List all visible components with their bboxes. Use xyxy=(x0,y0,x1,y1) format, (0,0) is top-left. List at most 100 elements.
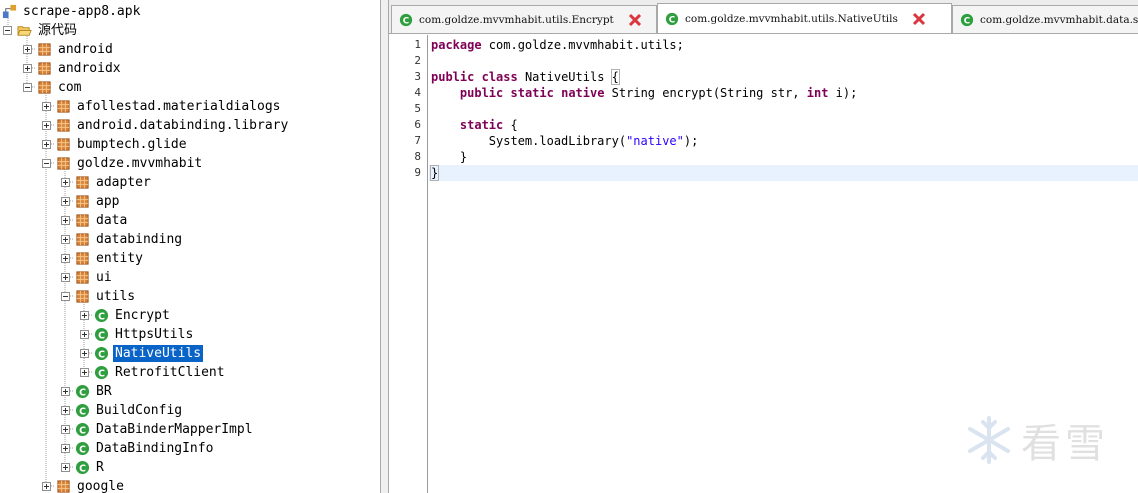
class-icon: C xyxy=(94,365,109,379)
tree-item-afollestad-materialdialogs[interactable]: afollestad.materialdialogs xyxy=(42,97,283,116)
tree-item-label: androidx xyxy=(58,61,121,76)
class-icon: C xyxy=(665,12,679,25)
package-icon xyxy=(57,138,70,151)
tree-item-label: adapter xyxy=(96,175,151,190)
tree-expand-toggle[interactable] xyxy=(80,330,89,339)
tree-expand-toggle[interactable] xyxy=(80,368,89,377)
tab-nativeutils[interactable]: C com.goldze.mvvmhabit.utils.NativeUtils xyxy=(657,3,952,33)
tree-item-ui[interactable]: ui xyxy=(61,268,114,287)
tree-expand-toggle[interactable] xyxy=(42,102,51,111)
package-icon xyxy=(57,100,70,113)
tree-item-label: HttpsUtils xyxy=(115,327,194,342)
tree-item-label: google xyxy=(77,479,124,493)
snowflake-icon xyxy=(968,416,1010,464)
tree-expand-toggle[interactable] xyxy=(80,311,89,320)
tree-expand-toggle[interactable] xyxy=(61,406,70,415)
tree-expand-toggle[interactable] xyxy=(23,45,32,54)
tree-item-label: databinding xyxy=(96,232,183,247)
class-icon: C xyxy=(399,13,413,27)
tree-item-label: entity xyxy=(96,251,143,266)
line-number: 2 xyxy=(414,54,421,67)
tree-source-folder[interactable]: 源代码 xyxy=(3,21,79,40)
svg-text:C: C xyxy=(79,425,86,436)
tree-item-android-databinding-library[interactable]: android.databinding.library xyxy=(42,116,290,135)
tree-item-app[interactable]: app xyxy=(61,192,121,211)
svg-text:C: C xyxy=(98,349,105,360)
tree-expand-toggle[interactable] xyxy=(42,482,51,491)
package-icon xyxy=(76,233,89,246)
close-icon[interactable] xyxy=(628,13,642,27)
tree-item-encrypt[interactable]: C Encrypt xyxy=(80,306,172,325)
tree-item-android[interactable]: android xyxy=(23,40,115,59)
package-icon xyxy=(76,290,89,303)
package-icon xyxy=(38,81,51,94)
tree-item-entity[interactable]: entity xyxy=(61,249,145,268)
tree-expand-toggle[interactable] xyxy=(80,349,89,358)
tree-item-androidx[interactable]: androidx xyxy=(23,59,123,78)
tree-expand-toggle[interactable] xyxy=(61,387,70,396)
class-icon: C xyxy=(75,403,90,417)
tree-item-bumptech-glide[interactable]: bumptech.glide xyxy=(42,135,189,154)
tree-expand-toggle[interactable] xyxy=(61,216,70,225)
tree-item-google[interactable]: google xyxy=(42,477,126,493)
tree-collapse-toggle[interactable] xyxy=(42,159,51,168)
close-icon[interactable] xyxy=(912,12,926,26)
pane-splitter[interactable] xyxy=(381,0,389,493)
code-line-1: package com.goldze.mvvmhabit.utils; xyxy=(431,38,684,52)
tree-item-br[interactable]: C BR xyxy=(61,382,114,401)
svg-text:C: C xyxy=(98,330,105,341)
tree-item-label: BuildConfig xyxy=(96,403,183,418)
tree-item-data[interactable]: data xyxy=(61,211,129,230)
tree-item-r[interactable]: CR xyxy=(61,458,106,477)
tree-expand-toggle[interactable] xyxy=(61,425,70,434)
tree-root-apk[interactable]: scrape-app8.apk xyxy=(2,2,142,21)
tree-item-utils[interactable]: utils xyxy=(61,287,137,306)
tree-expand-toggle[interactable] xyxy=(61,463,70,472)
tree-item-com[interactable]: com xyxy=(23,78,83,97)
svg-text:C: C xyxy=(79,463,86,474)
tree-expand-toggle[interactable] xyxy=(61,273,70,282)
class-icon: C xyxy=(94,327,109,341)
tree-collapse-toggle[interactable] xyxy=(3,26,12,35)
tree-expand-toggle[interactable] xyxy=(42,140,51,149)
code-line-8: } xyxy=(459,150,468,164)
package-icon xyxy=(76,271,89,284)
tree-item-label: android xyxy=(58,42,113,57)
tree-item-retrofitclient[interactable]: C RetrofitClient xyxy=(80,363,227,382)
tree-expand-toggle[interactable] xyxy=(23,64,32,73)
tree-item-buildconfig[interactable]: C BuildConfig xyxy=(61,401,184,420)
tree-expand-toggle[interactable] xyxy=(61,178,70,187)
tree-item-label: goldze.mvvmhabit xyxy=(77,156,203,171)
class-icon: C xyxy=(75,422,90,436)
class-icon: C xyxy=(94,346,109,360)
tree-item-label: ui xyxy=(96,270,112,285)
tree-expand-toggle[interactable] xyxy=(61,254,70,263)
tree-item-databindermapperimpl[interactable]: C DataBinderMapperImpl xyxy=(61,420,255,439)
tab-data-class[interactable]: C com.goldze.mvvmhabit.data.s xyxy=(952,5,1138,33)
code-line-7: System.loadLibrary("native"); xyxy=(488,134,699,148)
svg-text:C: C xyxy=(79,444,86,455)
tree-collapse-toggle[interactable] xyxy=(61,292,70,301)
tree-expand-toggle[interactable] xyxy=(61,235,70,244)
tree-item-nativeutils[interactable]: C NativeUtils xyxy=(80,344,204,363)
watermark: 看雪 xyxy=(963,410,1123,470)
tree-item-databinding[interactable]: databinding xyxy=(61,230,184,249)
tab-encrypt[interactable]: C com.goldze.mvvmhabit.utils.Encrypt xyxy=(391,5,657,33)
tree-collapse-toggle[interactable] xyxy=(23,83,32,92)
open-folder-icon xyxy=(17,26,32,36)
project-tree[interactable]: scrape-app8.apk 源代码 android androidx com af… xyxy=(0,0,381,493)
line-number: 5 xyxy=(414,102,421,115)
line-number: 7 xyxy=(414,134,421,147)
tree-expand-toggle[interactable] xyxy=(61,197,70,206)
tree-item-adapter[interactable]: adapter xyxy=(61,173,153,192)
line-number: 3 xyxy=(414,70,421,83)
tree-item-databindinginfo[interactable]: C DataBindingInfo xyxy=(61,439,215,458)
tree-expand-toggle[interactable] xyxy=(61,444,70,453)
tree-item-goldze-mvvmhabit[interactable]: goldze.mvvmhabit xyxy=(42,154,204,173)
tree-item-label: utils xyxy=(96,289,136,304)
tab-label: com.goldze.mvvmhabit.utils.Encrypt xyxy=(419,14,614,26)
tree-expand-toggle[interactable] xyxy=(42,121,51,130)
svg-text:C: C xyxy=(964,17,970,27)
tree-item-httpsutils[interactable]: C HttpsUtils xyxy=(80,325,195,344)
